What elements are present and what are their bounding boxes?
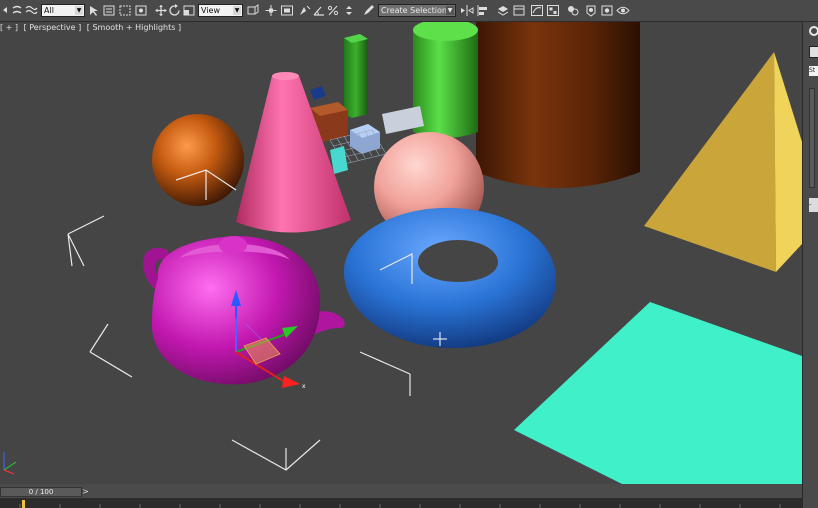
- chevron-down-icon: ▼: [446, 6, 454, 15]
- viewport-shading-menu[interactable]: [ Smooth + Highlights ]: [87, 23, 181, 32]
- align-icon[interactable]: [476, 4, 490, 17]
- object-name-field[interactable]: St: [809, 66, 818, 76]
- viewport-label[interactable]: [ + ] [ Perspective ] [ Smooth + Highlig…: [0, 23, 184, 32]
- chevron-down-icon: ▼: [233, 6, 241, 15]
- window-crossing-icon[interactable]: [134, 4, 148, 17]
- curve-editor-icon[interactable]: [530, 4, 544, 17]
- gizmo-axis-x-label: x: [302, 383, 306, 390]
- redo-icon[interactable]: [10, 4, 24, 17]
- select-rotate-icon[interactable]: [168, 4, 182, 17]
- named-selection-set-dropdown[interactable]: Create Selection Se ▼: [378, 4, 456, 17]
- viewport-view-menu[interactable]: [ Perspective ]: [24, 23, 82, 32]
- schematic-view-icon[interactable]: [546, 4, 560, 17]
- select-object-icon[interactable]: [88, 4, 102, 17]
- gear-icon[interactable]: [809, 26, 818, 36]
- keyboard-shortcut-icon[interactable]: [280, 4, 294, 17]
- select-move-icon[interactable]: [154, 4, 168, 17]
- plane-cyan[interactable]: [514, 302, 802, 484]
- edit-named-selection-icon[interactable]: [362, 4, 376, 17]
- snap-toggle-icon[interactable]: [298, 4, 312, 17]
- rollout-expand-button[interactable]: -: [809, 198, 818, 212]
- selection-filter-value: All: [44, 6, 54, 15]
- world-axis-icon: [3, 452, 17, 475]
- percent-snap-icon[interactable]: [326, 4, 340, 17]
- select-scale-icon[interactable]: [182, 4, 196, 17]
- layer-explorer-icon[interactable]: [496, 4, 510, 17]
- reference-coordinate-value: View: [201, 6, 220, 15]
- object-name-field-text: St: [809, 67, 816, 74]
- named-selection-set-value: Create Selection Se: [381, 6, 456, 15]
- scene-canvas[interactable]: x: [0, 22, 802, 484]
- viewport-plus-menu[interactable]: [ + ]: [0, 23, 18, 32]
- angle-snap-icon[interactable]: [312, 4, 326, 17]
- select-manipulate-icon[interactable]: [264, 4, 278, 17]
- material-editor-icon[interactable]: [566, 4, 580, 17]
- reference-coordinate-dropdown[interactable]: View ▼: [198, 4, 243, 17]
- rendered-frame-window-icon[interactable]: [600, 4, 614, 17]
- mirror-icon[interactable]: [460, 4, 474, 17]
- pivot-center-icon[interactable]: [246, 4, 260, 17]
- track-bar[interactable]: [0, 498, 802, 508]
- time-slider-next-button[interactable]: >: [81, 487, 90, 497]
- rollout-scrollbar[interactable]: [809, 88, 815, 188]
- command-panel-tab-icon[interactable]: [809, 46, 818, 58]
- command-panel: St -: [802, 22, 818, 508]
- cylinder-brown[interactable]: [476, 22, 640, 188]
- box-green[interactable]: [344, 34, 368, 118]
- spinner-snap-icon[interactable]: [342, 4, 356, 17]
- chevron-down-icon: ▼: [75, 6, 83, 15]
- pyramid-yellow[interactable]: [644, 52, 802, 272]
- torus-blue[interactable]: [344, 207, 556, 348]
- graphite-ribbon-icon[interactable]: [512, 4, 526, 17]
- box-blue[interactable]: [310, 86, 326, 100]
- time-slider[interactable]: 0 / 100: [0, 487, 82, 497]
- main-toolbar: All ▼ View ▼ Create Selection Se ▼: [0, 0, 818, 22]
- select-by-name-icon[interactable]: [102, 4, 116, 17]
- time-slider-label: 0 / 100: [28, 488, 54, 496]
- teapot-magenta[interactable]: [143, 236, 345, 385]
- link-icon[interactable]: [24, 4, 38, 17]
- render-production-icon[interactable]: [616, 4, 630, 17]
- rectangular-selection-icon[interactable]: [118, 4, 132, 17]
- render-setup-icon[interactable]: [584, 4, 598, 17]
- sphere-orange[interactable]: [152, 114, 244, 206]
- timeline-area: 0 / 100 >: [0, 484, 802, 508]
- selection-filter-dropdown[interactable]: All ▼: [41, 4, 85, 17]
- perspective-viewport[interactable]: x [ + ] [ Perspective ] [ Smooth + Highl…: [0, 22, 802, 484]
